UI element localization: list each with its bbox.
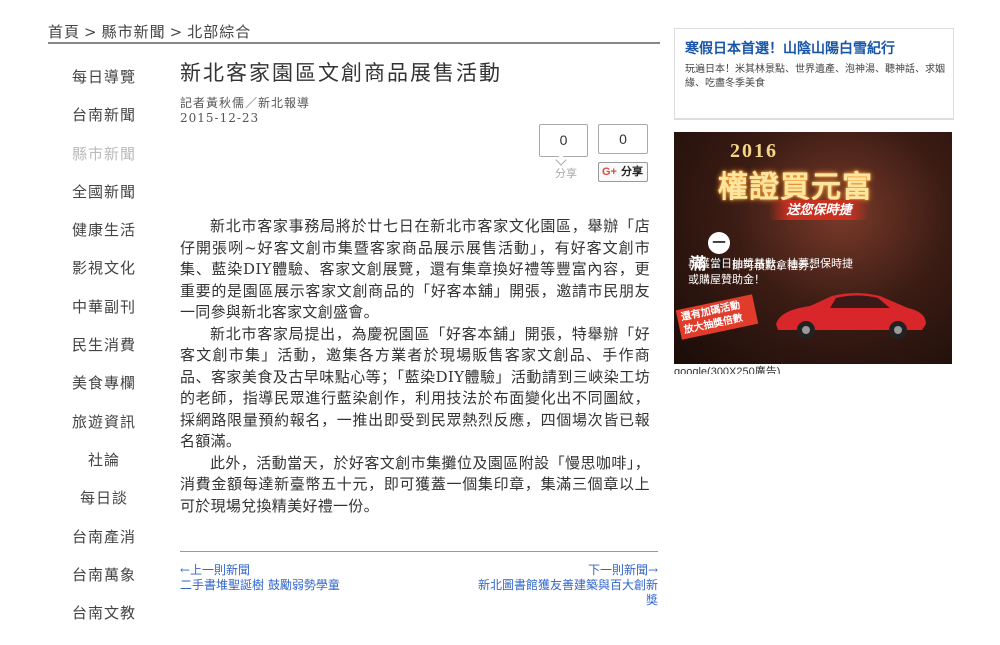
article-byline: 記者黃秋儒／新北報導 [180,96,311,110]
text-ad-description: 玩遍日本！米其林景點、世界遺產、泡神湯、聽神話、求姻緣、吃盡冬季美食 [685,64,945,89]
sidebar-item-travel[interactable]: 旅遊資訊 [48,403,160,441]
breadcrumb-region[interactable]: 北部綜合 [187,23,251,41]
article-title: 新北客家園區文創商品展售活動 [180,61,502,85]
sidebar-item-national-news[interactable]: 全國新聞 [48,173,160,211]
prev-article-title: 二手書堆聖誕樹 鼓勵弱勢學童 [180,578,340,592]
prev-article-link[interactable]: ←上一則新聞 二手書堆聖誕樹 鼓勵弱勢學童 [180,563,365,593]
sidebar-item-daily-guide[interactable]: 每日導覽 [48,58,160,96]
facebook-share-button[interactable]: 分享 [555,165,577,181]
next-article-link[interactable]: 下一則新聞→ 新北圖書館獲友善建築與百大創新獎 [468,563,658,608]
text-ad-title[interactable]: 寒假日本首選！山陰山陽白雪紀行 [685,39,945,58]
breadcrumb: 首頁 > 縣市新聞 > 北部綜合 [48,22,660,44]
breadcrumb-separator: > [84,23,98,41]
banner-ad-subheadline: 送您保時捷 [769,200,869,220]
next-article-label: 下一則新聞→ [587,563,658,577]
article-date: 2015-12-23 [180,111,260,125]
sidebar-nav: 每日導覽 台南新聞 縣市新聞 全國新聞 健康生活 影視文化 中華副刊 民生消費 … [48,58,160,632]
prev-article-label: ←上一則新聞 [180,563,251,577]
sidebar-item-county-news[interactable]: 縣市新聞 [48,135,160,173]
sidebar-item-supplement[interactable]: 中華副刊 [48,288,160,326]
text-ad: 寒假日本首選！山陰山陽白雪紀行 玩遍日本！米其林景點、世界遺產、泡神湯、聽神話、… [674,28,954,120]
sidebar-item-tainan-news[interactable]: 台南新聞 [48,96,160,134]
sports-car-image [776,293,926,339]
breadcrumb-home[interactable]: 首頁 [48,23,80,41]
sidebar-item-consumer[interactable]: 民生消費 [48,326,160,364]
sidebar-item-tainan-industry[interactable]: 台南產消 [48,518,160,556]
article-paragraph: 新北市客家局提出，為慶祝園區「好客本舖」開張，特舉辦「好客文創市集」活動，邀集各… [180,324,650,451]
sidebar-item-tainan-culture[interactable]: 台南文教 [48,594,160,632]
facebook-share-count: 0 [539,124,588,157]
sidebar-item-daily-talk[interactable]: 每日談 [48,479,160,517]
sidebar-item-editorial[interactable]: 社論 [48,441,160,479]
banner-ad-tag: 還有加碼活動 放大抽獎倍數 [675,294,759,340]
sidebar-item-tainan-scenes[interactable]: 台南萬象 [48,556,160,594]
article-body: 新北市客家事務局將於廿七日在新北市客家文化園區，舉辦「店仔開張咧~好客文創市集暨… [180,216,650,517]
banner-ad-caption: google(300X250廣告) [674,366,781,374]
article-paragraph: 此外，活動當天，於好客文創市集攤位及園區附設「慢思咖啡」，消費金額每達新臺幣五十… [180,453,650,515]
next-article-title: 新北圖書館獲友善建築與百大創新獎 [477,578,658,607]
article-meta: 記者黃秋儒／新北報導 2015-12-23 [180,96,660,126]
article-header: 新北客家園區文創商品展售活動 記者黃秋儒／新北報導 2015-12-23 [180,58,660,126]
google-plus-share-button[interactable]: G+ 分享 [598,162,648,182]
pager-divider [180,551,658,552]
sidebar-item-entertainment[interactable]: 影視文化 [48,249,160,287]
breadcrumb-county-news[interactable]: 縣市新聞 [102,23,166,41]
article-paragraph: 新北市客家事務局將於廿七日在新北市客家文化園區，舉辦「店仔開張咧~好客文創市集暨… [180,217,650,321]
google-plus-icon: G+ [602,166,617,178]
sidebar-item-health[interactable]: 健康生活 [48,211,160,249]
banner-ad[interactable]: 2016 權證買元富 送您保時捷 滿一萬 即可積點拿禮券， 再獲當日抽獎基數，抽夢… [674,132,952,364]
sidebar-item-food[interactable]: 美食專欄 [48,364,160,402]
google-plus-share-count: 0 [598,124,648,154]
google-plus-share-label: 分享 [620,166,643,178]
breadcrumb-separator: > [169,23,184,41]
banner-ad-year: 2016 [730,140,778,162]
